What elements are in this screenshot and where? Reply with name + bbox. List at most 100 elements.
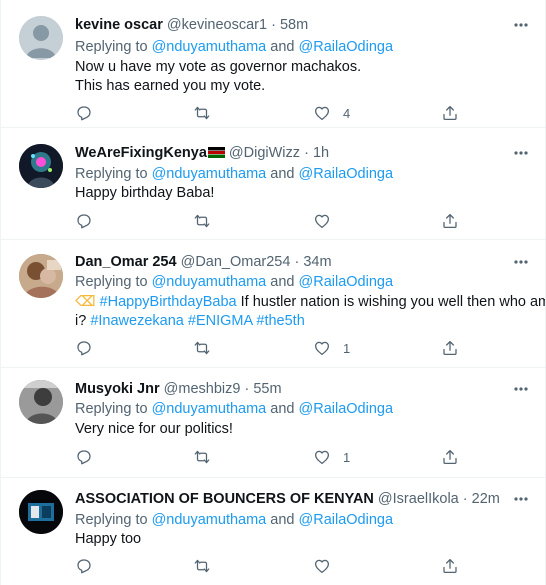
mention-link[interactable]: @nduyamuthama [152, 512, 267, 528]
replying-to: Replying to @nduyamuthama and @RailaOdin… [75, 165, 393, 183]
display-name[interactable]: Dan_Omar 254 [75, 254, 177, 270]
like-button[interactable]: 1 [313, 447, 350, 467]
reply-button[interactable] [75, 103, 93, 123]
replying-to-label: Replying to [75, 274, 148, 290]
user-handle[interactable]: @kevineoscar1 [167, 17, 267, 33]
display-name[interactable]: ASSOCIATION OF BOUNCERS OF KENYAN [75, 491, 374, 507]
mention-link[interactable]: @nduyamuthama [152, 401, 267, 417]
retweet-button[interactable] [193, 211, 211, 231]
share-button[interactable] [441, 211, 459, 231]
avatar-photo [19, 490, 63, 534]
avatar[interactable] [19, 254, 63, 298]
mention-link[interactable]: @RailaOdinga [299, 512, 394, 528]
hashtag-link[interactable]: #ENIGMA [188, 313, 252, 329]
tweet-text-fragment: If hustler nation is wishing you well th… [236, 294, 546, 310]
replying-to: Replying to @nduyamuthama and @RailaOdin… [75, 38, 393, 56]
tweet-text-line: i? #Inawezekana #ENIGMA #the5th [75, 312, 527, 331]
tweet[interactable]: Dan_Omar 254 @Dan_Omar254 · 34m Replying… [1, 240, 546, 368]
reply-timeline: kevine oscar @kevineoscar1 · 58m Replyin… [0, 0, 546, 585]
action-bar [75, 556, 465, 576]
share-icon [443, 213, 457, 229]
more-options-button[interactable] [511, 380, 531, 398]
timestamp[interactable]: 34m [303, 254, 331, 270]
reply-button[interactable] [75, 338, 93, 358]
display-name[interactable]: WeAreFixingKenya [75, 145, 207, 161]
avatar[interactable] [19, 380, 63, 424]
share-icon [443, 340, 457, 356]
tweet-text-line: This has earned you my vote. [75, 78, 266, 94]
retweet-button[interactable] [193, 556, 211, 576]
more-options-button[interactable] [511, 144, 531, 162]
tweet[interactable]: ASSOCIATION OF BOUNCERS OF KENYAN @Israe… [1, 478, 545, 585]
reply-button[interactable] [75, 211, 93, 231]
replying-to: Replying to @nduyamuthama and @RailaOdin… [75, 511, 393, 529]
more-options-button[interactable] [511, 490, 531, 508]
share-button[interactable] [441, 556, 459, 576]
retweet-button[interactable] [193, 103, 211, 123]
like-button[interactable] [313, 211, 331, 231]
action-bar: 1 [75, 338, 465, 358]
separator-dot: · [462, 491, 468, 507]
replying-to-label: Replying to [75, 512, 148, 528]
tweet-header: Musyoki Jnr @meshbiz9 · 55m [75, 380, 507, 398]
share-button[interactable] [441, 103, 459, 123]
mention-link[interactable]: @nduyamuthama [152, 166, 267, 182]
like-button[interactable] [313, 556, 331, 576]
reply-button[interactable] [75, 556, 93, 576]
mention-link[interactable]: @RailaOdinga [299, 39, 394, 55]
retweet-icon [194, 341, 210, 355]
avatar[interactable] [19, 16, 63, 60]
replying-to-label: Replying to [75, 166, 148, 182]
avatar[interactable] [19, 144, 63, 188]
reply-icon [77, 450, 91, 465]
share-button[interactable] [441, 338, 459, 358]
tweet[interactable]: WeAreFixingKenya @DigiWizz · 1h Replying… [1, 128, 545, 240]
tweet[interactable]: kevine oscar @kevineoscar1 · 58m Replyin… [1, 0, 545, 128]
like-button[interactable]: 1 [313, 338, 350, 358]
mention-link[interactable]: @RailaOdinga [299, 166, 394, 182]
retweet-button[interactable] [193, 447, 211, 467]
retweet-icon [194, 559, 210, 573]
like-count: 4 [343, 105, 351, 121]
and-label: and [270, 512, 295, 528]
more-options-button[interactable] [511, 253, 531, 271]
hashtag-link[interactable]: #Inawezekana [90, 313, 184, 329]
user-handle[interactable]: @meshbiz9 [164, 381, 241, 397]
and-label: and [270, 39, 295, 55]
like-button[interactable]: 4 [313, 103, 350, 123]
share-button[interactable] [441, 447, 459, 467]
more-dots-icon [514, 387, 528, 391]
hashtag-link[interactable]: #the5th [256, 313, 304, 329]
tweet-text-line: Very nice for our politics! [75, 421, 233, 437]
more-options-button[interactable] [511, 16, 531, 34]
hashtag-link[interactable]: #HappyBirthdayBaba [100, 294, 237, 310]
user-handle[interactable]: @Dan_Omar254 [181, 254, 291, 270]
mention-link[interactable]: @RailaOdinga [299, 401, 394, 417]
more-dots-icon [514, 260, 528, 264]
display-name[interactable]: Musyoki Jnr [75, 381, 160, 397]
heart-icon [314, 450, 330, 465]
tweet-header: Dan_Omar 254 @Dan_Omar254 · 34m [75, 253, 507, 271]
retweet-button[interactable] [193, 338, 211, 358]
replying-to-label: Replying to [75, 401, 148, 417]
timestamp[interactable]: 1h [313, 145, 329, 161]
and-label: and [270, 166, 295, 182]
tweet[interactable]: Musyoki Jnr @meshbiz9 · 55m Replying to … [1, 368, 545, 478]
user-handle[interactable]: @IsraelIkola [378, 491, 459, 507]
mention-link[interactable]: @nduyamuthama [152, 39, 267, 55]
retweet-icon [194, 214, 210, 228]
avatar[interactable] [19, 490, 63, 534]
reply-icon [77, 559, 91, 574]
timestamp[interactable]: 22m [472, 491, 500, 507]
tweet-header: WeAreFixingKenya @DigiWizz · 1h [75, 144, 507, 162]
reply-button[interactable] [75, 447, 93, 467]
timestamp[interactable]: 58m [280, 17, 308, 33]
tweet-header: ASSOCIATION OF BOUNCERS OF KENYAN @Israe… [75, 490, 527, 508]
and-label: and [270, 401, 295, 417]
display-name[interactable]: kevine oscar [75, 17, 163, 33]
mention-link[interactable]: @nduyamuthama [152, 274, 267, 290]
timestamp[interactable]: 55m [253, 381, 281, 397]
mention-link[interactable]: @RailaOdinga [299, 274, 394, 290]
like-count: 1 [343, 340, 351, 356]
user-handle[interactable]: @DigiWizz [229, 145, 300, 161]
